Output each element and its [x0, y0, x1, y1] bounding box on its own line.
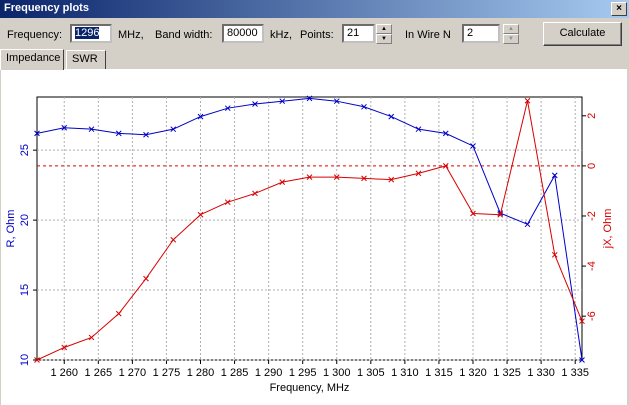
x-tick-label: 1 270: [119, 367, 147, 379]
x-tick-label: 1 265: [85, 367, 113, 379]
x-tick-label: 1 260: [50, 367, 78, 379]
bandwidth-input[interactable]: 80000: [222, 24, 264, 43]
x-tick-label: 1 310: [391, 367, 419, 379]
bandwidth-unit: kHz,: [270, 29, 292, 41]
y2-tick-label: -2: [586, 211, 598, 221]
x-tick-label: 1 280: [187, 367, 215, 379]
x-tick-label: 1 300: [323, 367, 351, 379]
points-down-icon[interactable]: ▼: [376, 34, 392, 44]
wire-label: In Wire N: [405, 29, 451, 41]
y2-tick-label: -4: [586, 261, 598, 271]
frequency-value: 1296: [75, 27, 100, 39]
x-tick-label: 1 325: [493, 367, 521, 379]
wire-input[interactable]: 2: [462, 24, 500, 43]
x-tick-label: 1 290: [255, 367, 283, 379]
y-tick-label: 25: [19, 144, 31, 156]
points-up-icon[interactable]: ▲: [376, 24, 392, 34]
y2-tick-label: 0: [586, 163, 598, 169]
plot-frame: [36, 96, 583, 361]
y2-axis-title: jX, Ohm: [602, 209, 614, 250]
frequency-unit: MHz,: [118, 29, 144, 41]
x-tick-label: 1 275: [153, 367, 181, 379]
x-tick-label: 1 285: [221, 367, 249, 379]
window-title: Frequency plots: [4, 2, 89, 14]
y2-tick-label: -6: [586, 311, 598, 321]
points-spinner[interactable]: ▲ ▼: [376, 24, 392, 44]
frequency-input[interactable]: 1296: [70, 24, 112, 43]
tab-impedance[interactable]: Impedance: [0, 49, 64, 70]
tab-swr[interactable]: SWR: [66, 50, 106, 69]
y-tick-label: 20: [19, 214, 31, 226]
x-axis-title: Frequency, MHz: [270, 382, 350, 394]
close-button[interactable]: ×: [611, 2, 627, 16]
points-input[interactable]: 21: [342, 24, 375, 43]
y-axis-title: R, Ohm: [5, 210, 17, 248]
y-tick-label: 15: [19, 284, 31, 296]
calculate-button[interactable]: Calculate: [543, 22, 622, 46]
x-tick-label: 1 320: [459, 367, 487, 379]
x-tick-label: 1 315: [425, 367, 453, 379]
bandwidth-label: Band width:: [155, 29, 213, 41]
wire-down-icon[interactable]: ▼: [503, 34, 519, 44]
wire-spinner[interactable]: ▲ ▼: [503, 24, 519, 44]
plot-panel: 1 260 1 265 1 270 1 275 1 280 1 285 1 290 1 295…: [1, 69, 627, 405]
points-label: Points:: [300, 29, 334, 41]
title-bar: Frequency plots ×: [0, 0, 629, 18]
y-tick-label: 10: [19, 354, 31, 366]
x-tick-label: 1 305: [357, 367, 385, 379]
frequency-label: Frequency:: [7, 29, 63, 41]
x-tick-label: 1 295: [289, 367, 317, 379]
x-tick-label: 1 330: [527, 367, 555, 379]
x-tick-label: 1 335: [561, 367, 589, 379]
wire-up-icon[interactable]: ▲: [503, 24, 519, 34]
impedance-chart: 1 260 1 265 1 270 1 275 1 280 1 285 1 290 1 295…: [5, 95, 614, 394]
y2-tick-label: 2: [586, 113, 598, 119]
